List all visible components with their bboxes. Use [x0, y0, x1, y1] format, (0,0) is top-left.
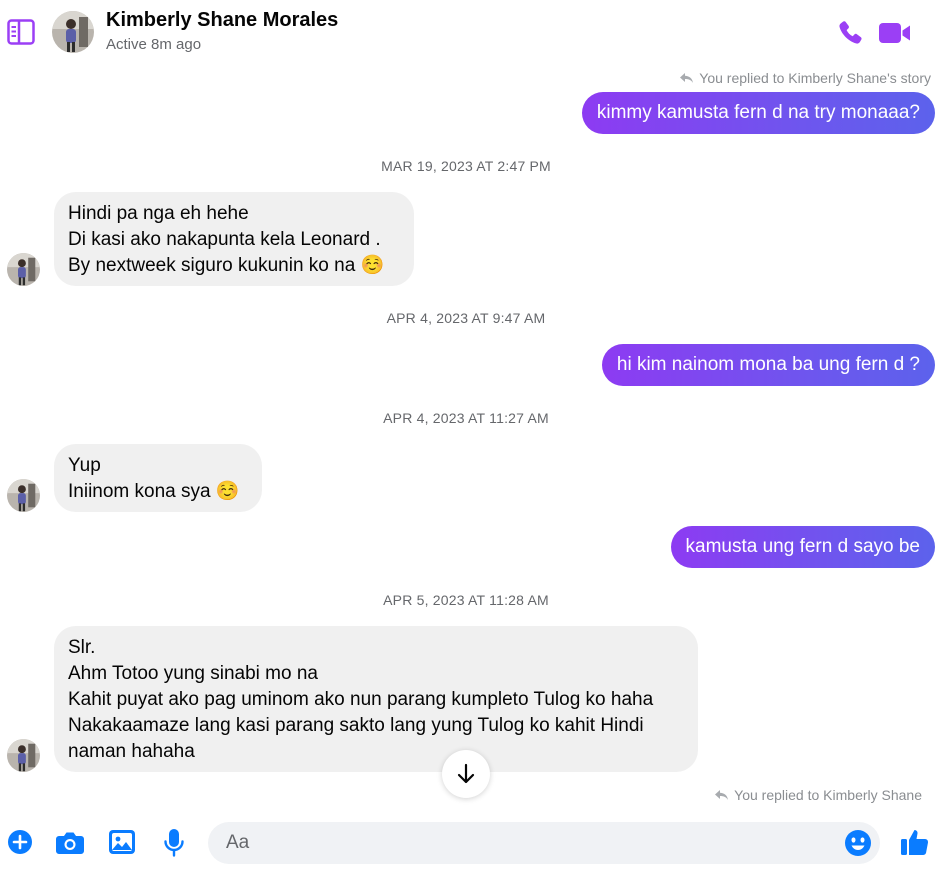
sidebar-toggle-icon[interactable]	[7, 19, 35, 45]
image-icon[interactable]	[108, 829, 136, 855]
message-line: naman hahaha	[68, 741, 195, 762]
active-status: Active 8m ago	[106, 36, 202, 53]
message-input-placeholder: Aa	[226, 832, 250, 853]
message-line: Nakakaamaze lang kasi parang sakto lang …	[68, 715, 644, 736]
reply-arrow-icon	[715, 790, 729, 800]
microphone-icon[interactable]	[163, 828, 185, 858]
camera-icon[interactable]	[55, 831, 85, 855]
message-line: Yup	[68, 455, 101, 476]
message-line: Di kasi ako nakapunta kela Leonard .	[68, 229, 381, 250]
message-line: By nextweek siguro kukunin ko na ☺️	[68, 255, 385, 276]
incoming-message[interactable]: Yup Iniinom kona sya ☺️	[54, 444, 262, 512]
outgoing-message[interactable]: hi kim nainom mona ba ung fern d ?	[601, 344, 935, 386]
thumbs-up-icon[interactable]	[900, 827, 930, 857]
message-timestamp: APR 4, 2023 AT 9:47 AM	[386, 310, 546, 326]
arrow-down-icon	[457, 763, 475, 784]
incoming-message[interactable]: Slr. Ahm Totoo yung sinabi mo na Kahit p…	[54, 626, 698, 772]
message-composer: Aa	[0, 812, 944, 872]
outgoing-message[interactable]: kimmy kamusta fern d na try monaaa?	[581, 92, 935, 134]
message-timestamp: MAR 19, 2023 AT 2:47 PM	[381, 158, 551, 174]
sender-avatar[interactable]	[7, 253, 40, 286]
reply-note-text: You replied to Kimberly Shane's story	[699, 70, 931, 86]
avatar[interactable]	[52, 11, 94, 53]
message-timestamp: APR 5, 2023 AT 11:28 AM	[383, 592, 549, 608]
reply-note: You replied to Kimberly Shane's story	[679, 70, 931, 86]
message-timestamp: APR 4, 2023 AT 11:27 AM	[383, 410, 549, 426]
sender-avatar[interactable]	[7, 479, 40, 512]
scroll-to-bottom-button[interactable]	[442, 750, 490, 798]
outgoing-message[interactable]: kamusta ung fern d sayo be	[670, 526, 935, 568]
chat-header: Kimberly Shane Morales Active 8m ago	[0, 0, 944, 64]
phone-call-icon[interactable]	[836, 19, 864, 47]
message-line: Ahm Totoo yung sinabi mo na	[68, 663, 318, 684]
reply-arrow-icon	[680, 73, 694, 83]
message-input[interactable]: Aa	[208, 822, 880, 864]
message-line: Kahit puyat ako pag uminom ako nun paran…	[68, 689, 654, 710]
emoji-icon[interactable]	[844, 829, 872, 857]
incoming-message[interactable]: Hindi pa nga eh hehe Di kasi ako nakapun…	[54, 192, 414, 286]
message-line: Hindi pa nga eh hehe	[68, 203, 249, 224]
reply-note: You replied to Kimberly Shane	[714, 787, 922, 803]
contact-name[interactable]: Kimberly Shane Morales	[106, 9, 338, 32]
message-line: Iniinom kona sya ☺️	[68, 481, 240, 502]
video-call-icon[interactable]	[878, 20, 912, 46]
reply-note-text: You replied to Kimberly Shane	[734, 787, 922, 803]
sender-avatar[interactable]	[7, 739, 40, 772]
message-line: Slr.	[68, 637, 96, 658]
plus-icon[interactable]	[7, 829, 33, 855]
